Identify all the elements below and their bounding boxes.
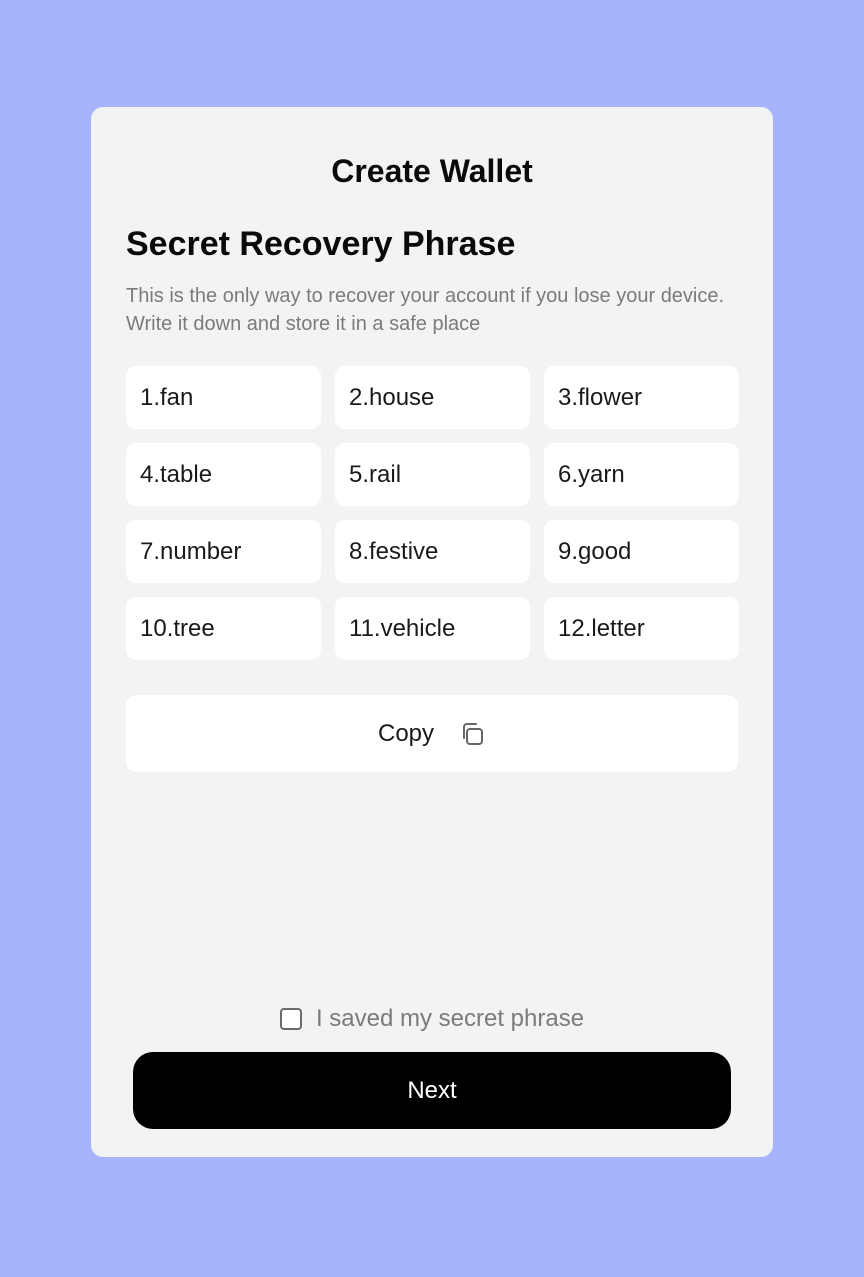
saved-phrase-label: I saved my secret phrase [315,1005,585,1032]
copy-icon [460,721,486,747]
saved-phrase-checkbox[interactable] [279,1008,302,1030]
phrase-word: 1.fan [126,366,321,429]
phrase-word: 12.letter [544,597,739,660]
phrase-word: 3.flower [544,366,739,429]
phrase-word: 4.table [126,443,321,506]
phrase-word: 7.number [126,520,321,583]
phrase-word: 8.festive [335,520,530,583]
phrase-word: 11.vehicle [335,597,530,660]
page-title: Create Wallet [331,153,533,189]
phrase-description: This is the only way to recover your acc… [126,285,725,335]
create-wallet-card: Create Wallet Secret Recovery Phrase Thi… [91,107,773,1157]
phrase-word: 10.tree [126,597,321,660]
phrase-word: 5.rail [335,443,530,506]
phrase-word: 2.house [335,366,530,429]
saved-phrase-confirmation[interactable]: I saved my secret phrase [91,1005,773,1033]
copy-button[interactable]: Copy [126,695,738,772]
section-title: Secret Recovery Phrase [126,225,516,263]
phrase-word: 6.yarn [544,443,739,506]
word-grid: 1.fan 2.house 3.flower 4.table 5.rail 6.… [126,366,739,660]
phrase-word: 9.good [544,520,739,583]
next-button[interactable]: Next [133,1052,731,1129]
copy-button-label: Copy [377,719,435,747]
